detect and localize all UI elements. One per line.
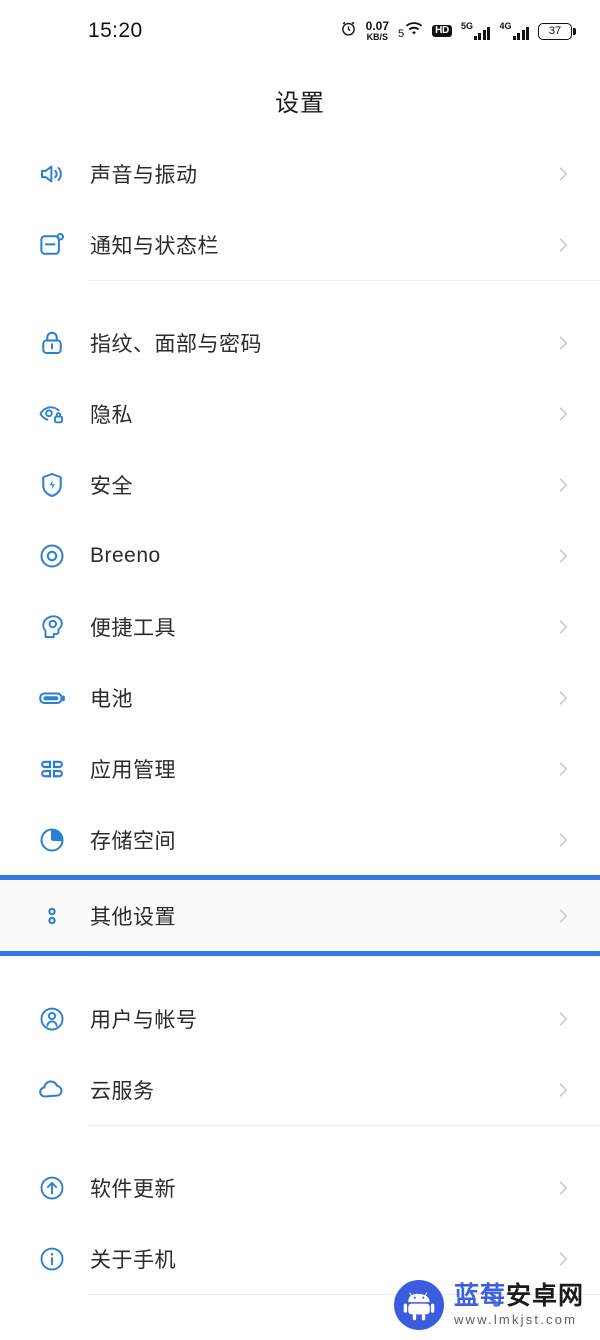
hd-voice-badge: HD [432,24,452,38]
watermark-url: www.lmkjst.com [453,1311,578,1327]
chevron-right-icon [552,234,574,256]
network-speed-value: 0.07 [365,19,389,33]
chevron-right-icon [552,163,574,185]
watermark-brand: 蓝莓安卓网 [454,1283,584,1309]
settings-item-other-settings[interactable]: 其他设置 [0,880,600,951]
chevron-right-icon [552,1079,574,1101]
sim2-signal-bars [512,27,529,40]
settings-screen: 15:20 0.07 KB/S 5 HD 5G 4G 37 设置 声音与振动 通… [0,0,600,1340]
battery-tip [573,27,576,35]
settings-item-app-management[interactable]: 应用管理 [0,733,600,804]
settings-item-label: 安全 [90,474,133,498]
cloud-icon [34,1072,70,1108]
battery-indicator: 37 [538,22,576,40]
status-time: 15:20 [88,19,143,42]
info-icon [34,1241,70,1277]
chevron-right-icon [552,758,574,780]
watermark-brand-blue: 蓝莓 [453,1282,506,1311]
privacy-eye-icon [34,396,70,432]
breeno-circle-icon [34,538,70,574]
chevron-right-icon [552,545,574,567]
settings-item-label: 关于手机 [90,1248,176,1272]
settings-item-label: 软件更新 [90,1177,176,1201]
settings-item-sound[interactable]: 声音与振动 [0,138,600,209]
settings-item-label: Breeno [90,543,161,567]
battery-level: 37 [538,22,572,40]
settings-item-privacy[interactable]: 隐私 [0,378,600,449]
speaker-volume-icon [34,156,70,192]
chevron-right-icon [552,1008,574,1030]
settings-item-label: 云服务 [90,1079,155,1103]
settings-item-storage[interactable]: 存储空间 [0,804,600,875]
convenience-head-icon [34,609,70,645]
sim2-network-label: 4G [499,21,512,31]
status-icons: 0.07 KB/S 5 HD 5G 4G 37 [340,20,576,42]
wifi-icon [405,21,423,41]
lock-icon [34,325,70,361]
sim2-signal: 4G [499,22,529,40]
settings-item-convenience-tools[interactable]: 便捷工具 [0,591,600,662]
settings-list: 声音与振动 通知与状态栏 指纹、面部与密码 隐私 安全 Breeno 便捷工具 … [0,138,600,1295]
network-speed-indicator: 0.07 KB/S [366,20,389,42]
network-speed-unit: KB/S [366,32,389,42]
page-header: 设置 [0,62,600,138]
settings-item-users-accounts[interactable]: 用户与帐号 [0,983,600,1054]
chevron-right-icon [552,1248,574,1270]
watermark-brand-black: 安卓网 [505,1282,584,1311]
wifi-band-label: 5 [398,27,405,40]
wifi-indicator: 5 [398,21,423,41]
settings-item-fingerprint[interactable]: 指纹、面部与密码 [0,307,600,378]
settings-item-cloud[interactable]: 云服务 [0,1054,600,1125]
notification-panel-icon [34,227,70,263]
settings-item-label: 其他设置 [90,905,176,929]
settings-item-label: 隐私 [90,403,133,427]
apps-grid-icon [34,751,70,787]
settings-item-software-update[interactable]: 软件更新 [0,1152,600,1223]
settings-item-label: 电池 [90,687,133,711]
settings-item-breeno[interactable]: Breeno [0,520,600,591]
section-gap [0,1126,600,1152]
settings-item-battery[interactable]: 电池 [0,662,600,733]
sim1-signal-bars [473,27,491,40]
chevron-right-icon [552,474,574,496]
section-gap [0,281,600,307]
chevron-right-icon [552,687,574,709]
settings-item-label: 通知与状态栏 [90,234,219,258]
chevron-right-icon [552,403,574,425]
sim1-network-label: 5G [460,21,473,31]
settings-item-label: 存储空间 [90,829,176,853]
more-dots-icon [34,898,70,934]
settings-item-label: 便捷工具 [90,616,176,640]
chevron-right-icon [552,829,574,851]
section-gap [0,957,600,983]
settings-item-label: 应用管理 [90,758,176,782]
chevron-right-icon [552,1177,574,1199]
chevron-right-icon [552,616,574,638]
chevron-right-icon [552,905,574,927]
page-title: 设置 [275,89,325,117]
status-bar: 15:20 0.07 KB/S 5 HD 5G 4G 37 [0,0,600,62]
site-watermark: 蓝莓安卓网 www.lmkjst.com [393,1280,584,1330]
settings-item-label: 指纹、面部与密码 [90,332,262,356]
settings-item-security[interactable]: 安全 [0,449,600,520]
chevron-right-icon [552,332,574,354]
settings-item-label: 声音与振动 [90,163,198,187]
alarm-clock-icon [340,20,357,42]
storage-pie-icon [34,822,70,858]
user-account-icon [34,1001,70,1037]
update-arrow-icon [34,1170,70,1206]
android-robot-icon [393,1280,444,1330]
sim1-signal: 5G [461,22,491,40]
battery-icon [34,680,70,716]
settings-item-label: 用户与帐号 [90,1008,198,1032]
watermark-texts: 蓝莓安卓网 www.lmkjst.com [454,1283,584,1326]
shield-bolt-icon [34,467,70,503]
settings-item-notifications[interactable]: 通知与状态栏 [0,209,600,280]
